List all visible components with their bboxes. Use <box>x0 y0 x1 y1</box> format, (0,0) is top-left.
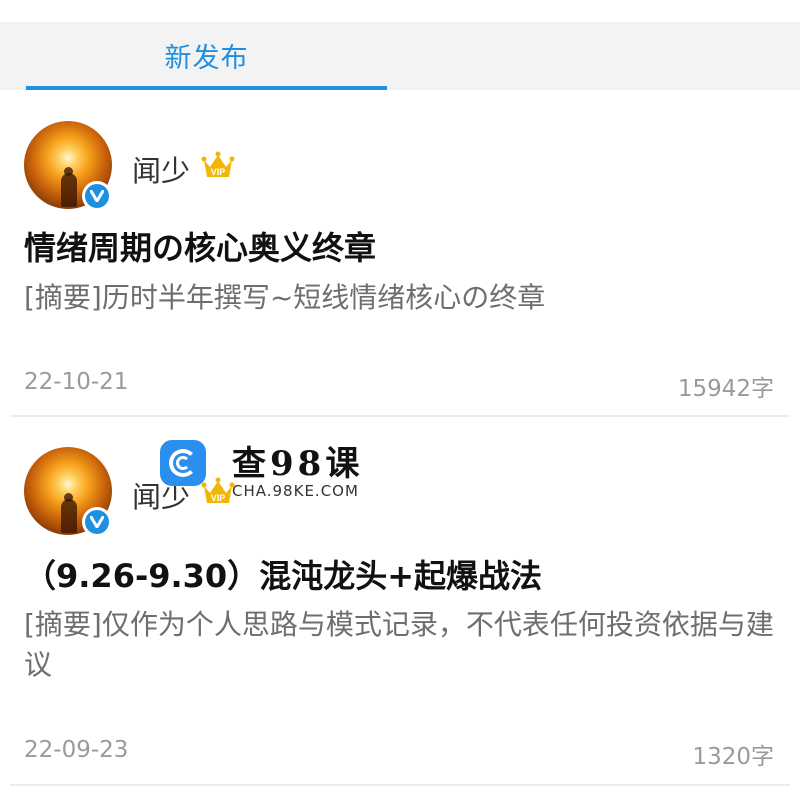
verified-badge-icon <box>82 507 112 537</box>
search-logo-icon <box>160 440 206 486</box>
verified-badge-icon <box>82 181 112 211</box>
post-card[interactable]: 闻少 VIP （9.26-9.30）混沌龙头+起爆战法 [摘要]仅作为个人思路与… <box>0 417 800 789</box>
post-card[interactable]: 闻少 VIP 情绪周期の核心奥义终章 [摘要]历时半年撰写~短线情绪核心の终章 … <box>0 90 800 417</box>
post-date: 22-09-23 <box>24 737 129 763</box>
author-name[interactable]: 闻少 <box>132 148 190 190</box>
post-summary: [摘要]仅作为个人思路与模式记录，不代表任何投资依据与建议 <box>24 608 774 681</box>
tab-new-posts[interactable]: 新发布 <box>26 22 387 90</box>
vip-crown-icon: VIP <box>201 151 235 177</box>
post-title[interactable]: 情绪周期の核心奥义终章 <box>24 223 376 269</box>
post-title[interactable]: （9.26-9.30）混沌龙头+起爆战法 <box>24 551 542 597</box>
word-count: 1320字 <box>692 744 774 770</box>
tab-label: 新发布 <box>164 43 249 74</box>
watermark-url: CHA.98KE.COM <box>232 482 359 500</box>
watermark: 查98课 CHA.98KE.COM <box>160 436 380 506</box>
post-summary: [摘要]历时半年撰写~短线情绪核心の终章 <box>24 281 546 314</box>
word-count: 15942字 <box>677 376 774 402</box>
watermark-text: 查98课 <box>232 444 364 484</box>
svg-text:VIP: VIP <box>211 167 226 177</box>
divider <box>10 784 790 786</box>
tab-bar: 新发布 <box>0 22 800 90</box>
post-date: 22-10-21 <box>24 369 129 395</box>
top-strip <box>0 0 800 22</box>
